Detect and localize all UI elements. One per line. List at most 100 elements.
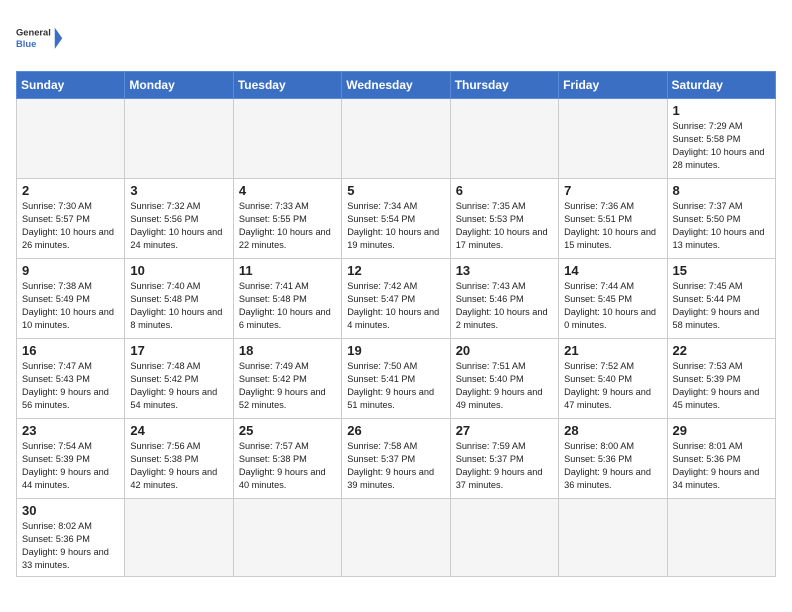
day-number: 11 — [239, 263, 336, 278]
calendar-cell: 7 Sunrise: 7:36 AM Sunset: 5:51 PM Daylig… — [559, 179, 667, 259]
cell-info: Sunrise: 7:57 AM Sunset: 5:38 PM Dayligh… — [239, 440, 336, 492]
calendar-week-row: 23 Sunrise: 7:54 AM Sunset: 5:39 PM Dayli… — [17, 419, 776, 499]
cell-info: Sunrise: 7:29 AM Sunset: 5:58 PM Dayligh… — [673, 120, 770, 172]
page-header: General Blue — [16, 16, 776, 61]
svg-text:General: General — [16, 28, 51, 38]
cell-info: Sunrise: 7:33 AM Sunset: 5:55 PM Dayligh… — [239, 200, 336, 252]
calendar-cell: 20Sunrise: 7:51 AM Sunset: 5:40 PM Dayli… — [450, 339, 558, 419]
day-of-week-header: Sunday — [17, 72, 125, 99]
day-number: 8 — [673, 183, 770, 198]
calendar-cell — [450, 99, 558, 179]
calendar-cell: 22 Sunrise: 7:53 AM Sunset: 5:39 PM Dayli… — [667, 339, 775, 419]
day-number: 5 — [347, 183, 444, 198]
day-of-week-header: Monday — [125, 72, 233, 99]
calendar-cell — [342, 499, 450, 577]
calendar-cell — [342, 99, 450, 179]
calendar-cell: 3 Sunrise: 7:32 AM Sunset: 5:56 PM Daylig… — [125, 179, 233, 259]
calendar-cell: 4 Sunrise: 7:33 AM Sunset: 5:55 PM Daylig… — [233, 179, 341, 259]
calendar-week-row: 2Sunrise: 7:30 AM Sunset: 5:57 PM Daylig… — [17, 179, 776, 259]
calendar-cell: 17Sunrise: 7:48 AM Sunset: 5:42 PM Dayli… — [125, 339, 233, 419]
cell-info: Sunrise: 7:44 AM Sunset: 5:45 PM Dayligh… — [564, 280, 661, 332]
cell-info: Sunrise: 7:50 AM Sunset: 5:41 PM Dayligh… — [347, 360, 444, 412]
calendar-cell: 12 Sunrise: 7:42 AM Sunset: 5:47 PM Dayli… — [342, 259, 450, 339]
calendar-cell: 10Sunrise: 7:40 AM Sunset: 5:48 PM Dayli… — [125, 259, 233, 339]
day-of-week-header: Wednesday — [342, 72, 450, 99]
cell-info: Sunrise: 7:59 AM Sunset: 5:37 PM Dayligh… — [456, 440, 553, 492]
day-number: 7 — [564, 183, 661, 198]
svg-text:Blue: Blue — [16, 39, 36, 49]
calendar-week-row: 1 Sunrise: 7:29 AM Sunset: 5:58 PM Daylig… — [17, 99, 776, 179]
day-of-week-header: Thursday — [450, 72, 558, 99]
calendar-cell: 19 Sunrise: 7:50 AM Sunset: 5:41 PM Dayli… — [342, 339, 450, 419]
cell-info: Sunrise: 7:36 AM Sunset: 5:51 PM Dayligh… — [564, 200, 661, 252]
cell-info: Sunrise: 7:38 AM Sunset: 5:49 PM Dayligh… — [22, 280, 119, 332]
cell-info: Sunrise: 7:53 AM Sunset: 5:39 PM Dayligh… — [673, 360, 770, 412]
cell-info: Sunrise: 7:32 AM Sunset: 5:56 PM Dayligh… — [130, 200, 227, 252]
calendar-cell: 24Sunrise: 7:56 AM Sunset: 5:38 PM Dayli… — [125, 419, 233, 499]
day-number: 16 — [22, 343, 119, 358]
day-number: 23 — [22, 423, 119, 438]
cell-info: Sunrise: 7:42 AM Sunset: 5:47 PM Dayligh… — [347, 280, 444, 332]
calendar-cell — [559, 99, 667, 179]
calendar-cell: 23 Sunrise: 7:54 AM Sunset: 5:39 PM Dayli… — [17, 419, 125, 499]
logo: General Blue — [16, 16, 66, 61]
cell-info: Sunrise: 7:30 AM Sunset: 5:57 PM Dayligh… — [22, 200, 119, 252]
calendar-cell: 5 Sunrise: 7:34 AM Sunset: 5:54 PM Daylig… — [342, 179, 450, 259]
day-number: 18 — [239, 343, 336, 358]
day-number: 4 — [239, 183, 336, 198]
cell-info: Sunrise: 7:48 AM Sunset: 5:42 PM Dayligh… — [130, 360, 227, 412]
day-number: 14 — [564, 263, 661, 278]
calendar-cell — [233, 499, 341, 577]
calendar-cell: 14 Sunrise: 7:44 AM Sunset: 5:45 PM Dayli… — [559, 259, 667, 339]
cell-info: Sunrise: 7:52 AM Sunset: 5:40 PM Dayligh… — [564, 360, 661, 412]
calendar-week-row: 9 Sunrise: 7:38 AM Sunset: 5:49 PM Daylig… — [17, 259, 776, 339]
day-number: 29 — [673, 423, 770, 438]
cell-info: Sunrise: 7:58 AM Sunset: 5:37 PM Dayligh… — [347, 440, 444, 492]
cell-info: Sunrise: 7:43 AM Sunset: 5:46 PM Dayligh… — [456, 280, 553, 332]
calendar-cell — [17, 99, 125, 179]
calendar-cell: 28Sunrise: 8:00 AM Sunset: 5:36 PM Dayli… — [559, 419, 667, 499]
day-number: 30 — [22, 503, 119, 518]
day-number: 9 — [22, 263, 119, 278]
day-number: 1 — [673, 103, 770, 118]
calendar-cell: 2Sunrise: 7:30 AM Sunset: 5:57 PM Daylig… — [17, 179, 125, 259]
calendar-table: SundayMondayTuesdayWednesdayThursdayFrid… — [16, 71, 776, 577]
calendar-cell — [233, 99, 341, 179]
calendar-cell: 27Sunrise: 7:59 AM Sunset: 5:37 PM Dayli… — [450, 419, 558, 499]
calendar-cell: 21 Sunrise: 7:52 AM Sunset: 5:40 PM Dayli… — [559, 339, 667, 419]
logo-svg: General Blue — [16, 16, 66, 61]
calendar-cell — [559, 499, 667, 577]
calendar-cell: 15Sunrise: 7:45 AM Sunset: 5:44 PM Dayli… — [667, 259, 775, 339]
calendar-cell — [125, 99, 233, 179]
calendar-cell: 8Sunrise: 7:37 AM Sunset: 5:50 PM Daylig… — [667, 179, 775, 259]
day-number: 22 — [673, 343, 770, 358]
calendar-week-row: 30 Sunrise: 8:02 AM Sunset: 5:36 PM Dayli… — [17, 499, 776, 577]
calendar-cell — [667, 499, 775, 577]
cell-info: Sunrise: 7:35 AM Sunset: 5:53 PM Dayligh… — [456, 200, 553, 252]
calendar-cell: 18 Sunrise: 7:49 AM Sunset: 5:42 PM Dayli… — [233, 339, 341, 419]
cell-info: Sunrise: 7:34 AM Sunset: 5:54 PM Dayligh… — [347, 200, 444, 252]
day-number: 13 — [456, 263, 553, 278]
calendar-cell: 16 Sunrise: 7:47 AM Sunset: 5:43 PM Dayli… — [17, 339, 125, 419]
day-number: 26 — [347, 423, 444, 438]
calendar-cell: 26 Sunrise: 7:58 AM Sunset: 5:37 PM Dayli… — [342, 419, 450, 499]
day-number: 3 — [130, 183, 227, 198]
calendar-cell — [450, 499, 558, 577]
calendar-cell: 6 Sunrise: 7:35 AM Sunset: 5:53 PM Daylig… — [450, 179, 558, 259]
day-number: 21 — [564, 343, 661, 358]
cell-info: Sunrise: 7:54 AM Sunset: 5:39 PM Dayligh… — [22, 440, 119, 492]
calendar-cell: 11 Sunrise: 7:41 AM Sunset: 5:48 PM Dayli… — [233, 259, 341, 339]
calendar-cell — [125, 499, 233, 577]
cell-info: Sunrise: 7:47 AM Sunset: 5:43 PM Dayligh… — [22, 360, 119, 412]
day-number: 19 — [347, 343, 444, 358]
cell-info: Sunrise: 7:41 AM Sunset: 5:48 PM Dayligh… — [239, 280, 336, 332]
day-number: 28 — [564, 423, 661, 438]
calendar-cell: 13 Sunrise: 7:43 AM Sunset: 5:46 PM Dayli… — [450, 259, 558, 339]
day-number: 12 — [347, 263, 444, 278]
cell-info: Sunrise: 7:49 AM Sunset: 5:42 PM Dayligh… — [239, 360, 336, 412]
calendar-cell: 1 Sunrise: 7:29 AM Sunset: 5:58 PM Daylig… — [667, 99, 775, 179]
cell-info: Sunrise: 8:02 AM Sunset: 5:36 PM Dayligh… — [22, 520, 119, 572]
cell-info: Sunrise: 7:45 AM Sunset: 5:44 PM Dayligh… — [673, 280, 770, 332]
calendar-cell: 29Sunrise: 8:01 AM Sunset: 5:36 PM Dayli… — [667, 419, 775, 499]
day-number: 6 — [456, 183, 553, 198]
